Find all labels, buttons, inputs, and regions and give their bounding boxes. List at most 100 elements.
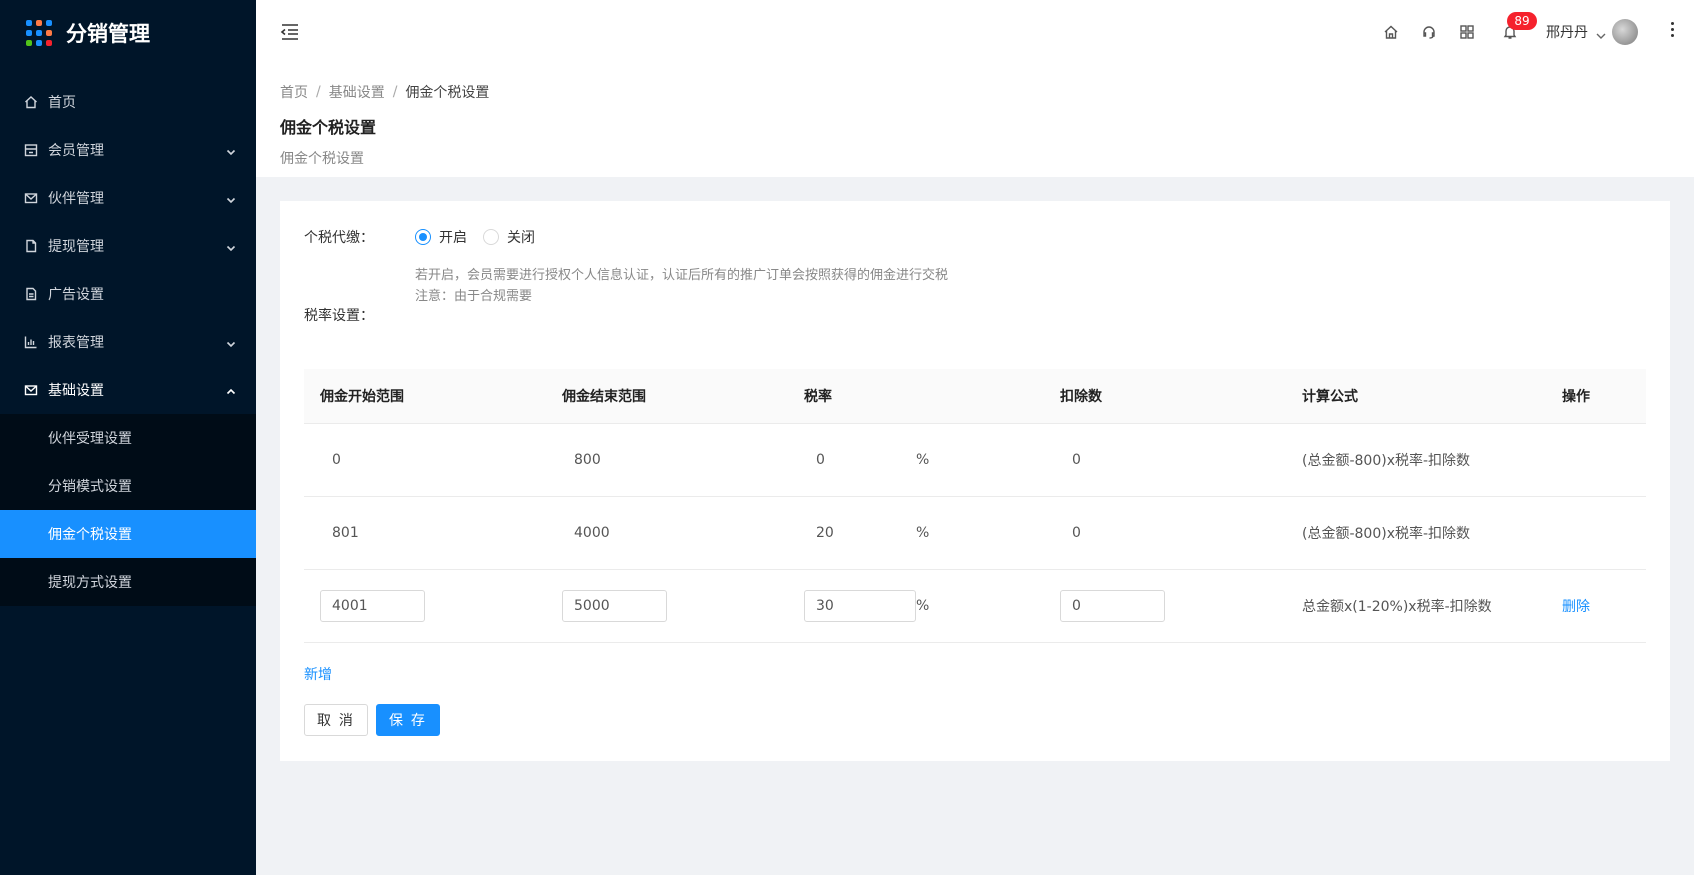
- sidebar-item-home[interactable]: 首页: [0, 78, 256, 126]
- radio-checked-icon: [415, 229, 431, 245]
- home-icon: [24, 95, 38, 109]
- chevron-up-icon: [226, 385, 236, 395]
- end-value: 4000: [574, 524, 610, 541]
- column-header: 计算公式: [1286, 369, 1546, 424]
- breadcrumb-parent[interactable]: 基础设置: [329, 82, 385, 102]
- file-text-icon: [24, 287, 38, 301]
- bar-chart-icon: [24, 335, 38, 349]
- hint-line: 注意：由于合规需要: [415, 289, 533, 304]
- sidebar-item-label: 会员管理: [48, 143, 104, 159]
- chevron-down-icon[interactable]: [1596, 28, 1606, 39]
- end-value: 800: [574, 451, 601, 468]
- breadcrumb-separator: /: [392, 84, 398, 100]
- sidebar-item-distribution-mode[interactable]: 分销模式设置: [0, 462, 256, 510]
- deduction-value: 0: [1072, 451, 1081, 468]
- sidebar-item-label: 首页: [48, 95, 76, 111]
- sidebar-item-basic-settings[interactable]: 基础设置: [0, 366, 256, 414]
- more-vertical-icon[interactable]: [1671, 22, 1675, 42]
- home-icon[interactable]: [1383, 24, 1399, 40]
- radio-on-label: 开启: [439, 230, 467, 246]
- app-title: 分销管理: [66, 22, 150, 46]
- page-title: 佣金个税设置: [280, 118, 377, 137]
- rate-value: 0: [816, 451, 825, 468]
- rate-label: 税率设置：: [304, 308, 374, 324]
- deduction-input[interactable]: [1060, 589, 1165, 622]
- top-header: 89 邢丹丹: [256, 0, 1694, 64]
- cancel-button[interactable]: 取 消: [304, 704, 368, 736]
- app-grid-icon: [26, 20, 52, 46]
- breadcrumb: 首页 / 基础设置 / 佣金个税设置: [280, 82, 1670, 102]
- sidebar-item-ads[interactable]: 广告设置: [0, 270, 256, 318]
- sidebar-item-label: 伙伴管理: [48, 191, 104, 207]
- settings-card: 个税代缴： 开启 关闭 若开启，会员需要进行授权个人信息认证，认证后所有的推广订…: [280, 201, 1670, 761]
- rate-input[interactable]: [804, 589, 916, 622]
- delete-link[interactable]: 删除: [1562, 599, 1590, 615]
- add-row-link[interactable]: 新增: [304, 664, 332, 684]
- user-name[interactable]: 邢丹丹: [1546, 22, 1588, 42]
- radio-off[interactable]: 关闭: [483, 227, 535, 247]
- column-header: 佣金结束范围: [546, 369, 788, 424]
- deduction-value: 0: [1072, 524, 1081, 541]
- avatar[interactable]: [1612, 19, 1638, 45]
- formula: 总金额x(1-20%)x税率-扣除数: [1302, 598, 1492, 615]
- notification-badge: 89: [1507, 12, 1537, 30]
- breadcrumb-current: 佣金个税设置: [405, 85, 490, 101]
- sidebar-item-label: 广告设置: [48, 287, 104, 303]
- sidebar-item-commission-tax[interactable]: 佣金个税设置: [0, 510, 256, 558]
- table-row: 0 800 0% 0 (总金额-800)x税率-扣除数: [304, 423, 1646, 497]
- sidebar-item-label: 提现管理: [48, 239, 104, 255]
- formula: (总金额-800)x税率-扣除数: [1302, 452, 1471, 469]
- headset-icon[interactable]: [1421, 24, 1437, 40]
- page-description: 佣金个税设置: [280, 151, 364, 167]
- submenu-basic-settings: 伙伴受理设置 分销模式设置 佣金个税设置 提现方式设置: [0, 414, 256, 606]
- mail-icon: [24, 191, 38, 205]
- table-header-row: 佣金开始范围 佣金结束范围 税率 扣除数 计算公式 操作: [304, 369, 1646, 424]
- apps-icon[interactable]: [1459, 24, 1475, 40]
- file-icon: [24, 239, 38, 253]
- menu-fold-icon[interactable]: [280, 23, 300, 41]
- start-value: 0: [332, 451, 341, 468]
- sidebar: 分销管理 首页 会员管理 伙伴管理 提现管理 广告设置 报表管理 基础设置 伙伴…: [0, 0, 256, 875]
- chevron-down-icon: [226, 337, 236, 348]
- chevron-down-icon: [226, 241, 236, 252]
- breadcrumb-home[interactable]: 首页: [280, 82, 308, 102]
- store-icon: [24, 143, 38, 157]
- column-header: 佣金开始范围: [304, 369, 546, 424]
- column-header: 扣除数: [1044, 369, 1286, 424]
- formula: (总金额-800)x税率-扣除数: [1302, 525, 1471, 542]
- sidebar-item-members[interactable]: 会员管理: [0, 126, 256, 174]
- sidebar-item-label: 报表管理: [48, 335, 104, 351]
- percent-sign: %: [916, 451, 930, 468]
- radio-off-label: 关闭: [507, 230, 535, 246]
- sidebar-item-partner-acceptance[interactable]: 伙伴受理设置: [0, 414, 256, 462]
- mail-icon: [24, 383, 38, 397]
- table-row: 801 4000 20% 0 (总金额-800)x税率-扣除数: [304, 496, 1646, 570]
- column-header: 操作: [1546, 369, 1646, 424]
- save-button[interactable]: 保 存: [376, 704, 440, 736]
- sidebar-item-withdrawal-methods[interactable]: 提现方式设置: [0, 558, 256, 606]
- radio-on[interactable]: 开启: [415, 227, 467, 247]
- radio-unchecked-icon: [483, 229, 499, 245]
- page-header: 首页 / 基础设置 / 佣金个税设置 佣金个税设置 佣金个税设置: [256, 64, 1694, 177]
- tax-hint: 若开启，会员需要进行授权个人信息认证，认证后所有的推广订单会按照获得的佣金进行交…: [415, 265, 948, 307]
- sidebar-item-withdrawals[interactable]: 提现管理: [0, 222, 256, 270]
- sidebar-item-partners[interactable]: 伙伴管理: [0, 174, 256, 222]
- end-input[interactable]: [562, 589, 667, 622]
- tax-label: 个税代缴：: [304, 230, 374, 246]
- percent-sign: %: [916, 597, 930, 614]
- start-value: 801: [332, 524, 359, 541]
- column-header: 税率: [788, 369, 1044, 424]
- logo: 分销管理: [0, 0, 256, 66]
- rate-value: 20: [816, 524, 834, 541]
- percent-sign: %: [916, 524, 930, 541]
- breadcrumb-separator: /: [316, 84, 321, 100]
- sidebar-item-label: 基础设置: [48, 383, 104, 399]
- sidebar-item-reports[interactable]: 报表管理: [0, 318, 256, 366]
- tax-rate-table: 佣金开始范围 佣金结束范围 税率 扣除数 计算公式 操作 0 800 0% 0 …: [304, 369, 1646, 643]
- hint-line: 若开启，会员需要进行授权个人信息认证，认证后所有的推广订单会按照获得的佣金进行交…: [415, 268, 949, 283]
- start-input[interactable]: [320, 589, 425, 622]
- table-row-editable: % 总金额x(1-20%)x税率-扣除数 删除: [304, 569, 1646, 643]
- chevron-down-icon: [226, 193, 236, 204]
- sidebar-menu: 首页 会员管理 伙伴管理 提现管理 广告设置 报表管理 基础设置 伙伴受理设置 …: [0, 78, 256, 606]
- chevron-down-icon: [226, 145, 236, 156]
